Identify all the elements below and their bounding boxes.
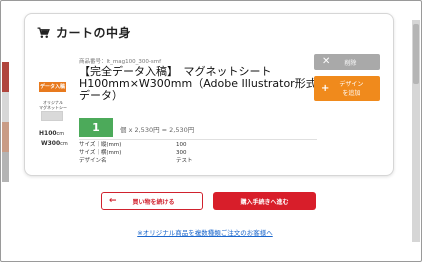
spec-key: サイズ｜横(mm) <box>79 150 122 156</box>
cart-icon <box>37 26 50 38</box>
price-text: 個 x 2,530円 = 2,530円 <box>120 126 195 134</box>
cart-header: カートの中身 <box>37 24 131 41</box>
quantity-field[interactable]: 1 <box>79 118 113 137</box>
spec-value: テスト <box>176 158 193 164</box>
scrollbar[interactable] <box>412 20 420 242</box>
add-design-label: デザイン を追加 <box>339 80 364 97</box>
delete-label: 削除 <box>344 59 357 67</box>
product-specs: サイズ｜縦(mm) 100 サイズ｜横(mm) 300 デザイン名 テスト <box>79 141 193 165</box>
continue-shopping-button[interactable]: ← 買い物を続ける <box>101 192 203 210</box>
spec-value: 300 <box>176 150 187 156</box>
continue-label: 買い物を続ける <box>132 198 175 206</box>
spec-row: デザイン名 テスト <box>79 157 193 165</box>
add-design-button[interactable]: + デザイン を追加 <box>314 76 380 101</box>
delete-button[interactable]: ✕ 削除 <box>314 54 380 70</box>
spec-key: デザイン名 <box>79 158 107 164</box>
product-sku: 商品番号：lt_mag100_300-smf <box>79 59 162 65</box>
cart-card: カートの中身 データ入稿 オリジナル マグネットシート H100cm W300c… <box>24 13 394 176</box>
thumbnail-width: W300cm <box>41 140 68 147</box>
cart-title: カートの中身 <box>56 26 132 40</box>
close-icon: ✕ <box>322 56 331 67</box>
product-thumbnail[interactable]: データ入稿 オリジナル マグネットシート H100cm W300cm <box>37 69 68 159</box>
spec-row: サイズ｜横(mm) 300 <box>79 149 193 157</box>
thumbnail-height: H100cm <box>39 130 65 137</box>
spec-key: サイズ｜縦(mm) <box>79 142 122 148</box>
arrow-left-icon: ← <box>109 195 117 206</box>
left-edge-strip <box>2 62 9 182</box>
divider <box>79 139 317 140</box>
checkout-button[interactable]: 購入手続きへ進む <box>213 192 316 210</box>
thumbnail-sheet <box>41 111 63 121</box>
product-name: 【完全データ入稿】 マグネットシート H100mm×W300mm（Adobe I… <box>79 65 317 102</box>
spec-value: 100 <box>176 142 187 148</box>
checkout-label: 購入手続きへ進む <box>240 198 289 206</box>
spec-row: サイズ｜縦(mm) 100 <box>79 141 193 149</box>
plus-icon: + <box>321 83 330 94</box>
bulk-order-link[interactable]: ※オリジナル商品を複数種類ご注文のお客様へ <box>0 227 410 237</box>
thumbnail-tag: データ入稿 <box>39 82 66 92</box>
